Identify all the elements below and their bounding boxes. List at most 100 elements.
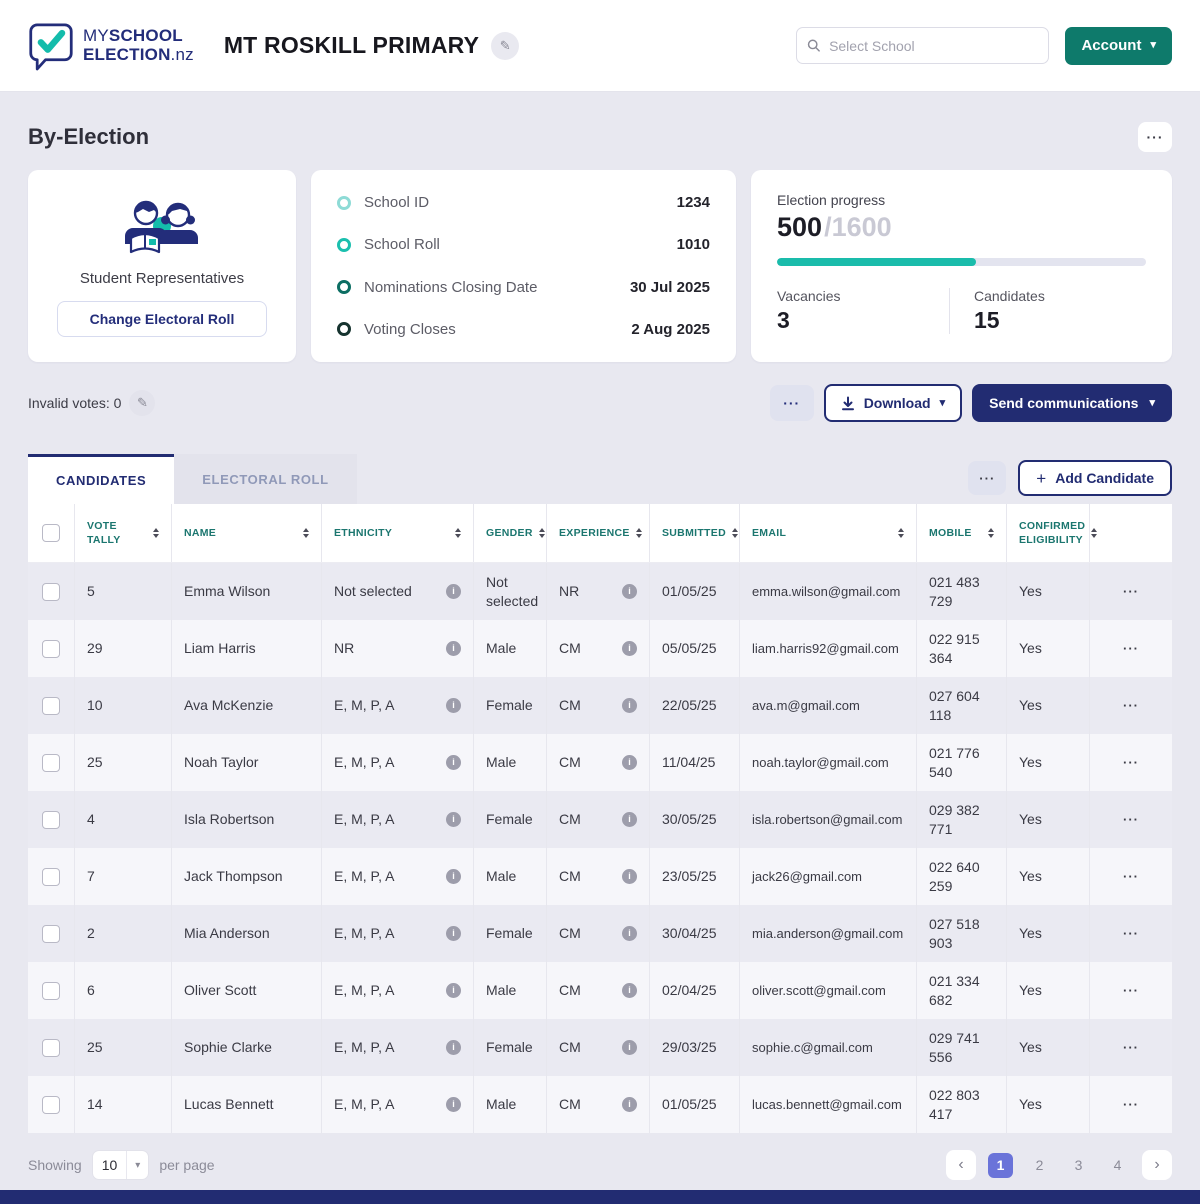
column-header-confirmed-eligibility[interactable]: CONFIRMED ELIGIBILITY xyxy=(1007,504,1090,562)
info-icon[interactable]: i xyxy=(622,983,637,998)
ethnicity-value: E, M, P, A xyxy=(334,1095,394,1114)
vote-tally-cell: 6 xyxy=(75,962,172,1019)
sort-icon[interactable] xyxy=(636,528,642,539)
row-actions-button[interactable]: ··· xyxy=(1123,868,1139,886)
table-row: 5Emma WilsonNot selectediNot selectedNRi… xyxy=(28,563,1172,620)
info-icon[interactable]: i xyxy=(622,812,637,827)
next-page-button[interactable]: › xyxy=(1142,1150,1172,1180)
logo-speech-bubble-check-icon xyxy=(28,21,74,71)
app-logo[interactable]: MYSCHOOL ELECTION.nz xyxy=(28,21,194,71)
row-select-cell xyxy=(28,677,75,734)
sort-icon[interactable] xyxy=(988,528,994,539)
row-actions-button[interactable]: ··· xyxy=(1123,1039,1139,1057)
table-header-row: VOTE TALLYNAMEETHNICITYGENDEREXPERIENCES… xyxy=(28,504,1172,563)
row-actions-button[interactable]: ··· xyxy=(1123,640,1139,658)
ethnicity-value: E, M, P, A xyxy=(334,981,394,1000)
row-actions-button[interactable]: ··· xyxy=(1123,697,1139,715)
row-actions-button[interactable]: ··· xyxy=(1123,811,1139,829)
info-icon[interactable]: i xyxy=(446,926,461,941)
info-icon[interactable]: i xyxy=(446,983,461,998)
account-label: Account xyxy=(1081,37,1141,54)
name-cell: Mia Anderson xyxy=(172,905,322,962)
send-communications-button[interactable]: Send communications ▾ xyxy=(972,384,1172,422)
column-header-mobile[interactable]: MOBILE xyxy=(917,504,1007,562)
download-button[interactable]: Download ▾ xyxy=(824,384,962,422)
column-header-vote-tally[interactable]: VOTE TALLY xyxy=(75,504,172,562)
info-icon[interactable]: i xyxy=(622,584,637,599)
info-icon[interactable]: i xyxy=(622,641,637,656)
sort-icon[interactable] xyxy=(539,528,545,539)
more-actions-button[interactable]: ··· xyxy=(770,385,814,421)
sort-icon[interactable] xyxy=(303,528,309,539)
info-icon[interactable]: i xyxy=(622,1097,637,1112)
school-search[interactable] xyxy=(796,27,1049,64)
select-all-checkbox[interactable] xyxy=(42,524,60,542)
column-header-name[interactable]: NAME xyxy=(172,504,322,562)
info-icon[interactable]: i xyxy=(446,869,461,884)
tab-electoral-roll[interactable]: ELECTORAL ROLL xyxy=(174,454,356,504)
column-header-experience[interactable]: EXPERIENCE xyxy=(547,504,650,562)
row-checkbox[interactable] xyxy=(42,811,60,829)
row-checkbox[interactable] xyxy=(42,925,60,943)
table-more-actions-button[interactable]: ··· xyxy=(968,461,1006,495)
row-checkbox[interactable] xyxy=(42,583,60,601)
row-actions-button[interactable]: ··· xyxy=(1123,583,1139,601)
page-3[interactable]: 3 xyxy=(1066,1153,1091,1178)
row-checkbox[interactable] xyxy=(42,1039,60,1057)
previous-page-button[interactable]: ‹ xyxy=(946,1150,976,1180)
sort-icon[interactable] xyxy=(153,528,159,539)
info-icon[interactable]: i xyxy=(622,1040,637,1055)
gender-cell: Female xyxy=(474,1019,547,1076)
info-icon[interactable]: i xyxy=(622,755,637,770)
column-header-ethnicity[interactable]: ETHNICITY xyxy=(322,504,474,562)
sort-icon[interactable] xyxy=(455,528,461,539)
row-checkbox[interactable] xyxy=(42,697,60,715)
info-icon[interactable]: i xyxy=(446,584,461,599)
info-icon[interactable]: i xyxy=(446,755,461,770)
column-header-email[interactable]: EMAIL xyxy=(740,504,917,562)
info-icon[interactable]: i xyxy=(622,926,637,941)
account-button[interactable]: Account ▾ xyxy=(1065,27,1172,65)
row-checkbox[interactable] xyxy=(42,982,60,1000)
page-4[interactable]: 4 xyxy=(1105,1153,1130,1178)
page-1[interactable]: 1 xyxy=(988,1153,1013,1178)
info-icon[interactable]: i xyxy=(622,698,637,713)
logo-school: SCHOOL xyxy=(109,26,183,45)
tab-candidates[interactable]: CANDIDATES xyxy=(28,454,174,504)
column-header-gender[interactable]: GENDER xyxy=(474,504,547,562)
experience-value: CM xyxy=(559,924,581,943)
experience-cell: CMi xyxy=(547,620,650,677)
sort-icon[interactable] xyxy=(732,528,738,539)
info-icon[interactable]: i xyxy=(446,641,461,656)
row-checkbox[interactable] xyxy=(42,1096,60,1114)
column-header-submitted[interactable]: SUBMITTED xyxy=(650,504,740,562)
gender-cell: Female xyxy=(474,677,547,734)
gender-cell: Male xyxy=(474,620,547,677)
edit-school-name-button[interactable]: ✎ xyxy=(491,32,519,60)
info-icon[interactable]: i xyxy=(446,1040,461,1055)
search-input[interactable] xyxy=(829,38,1038,54)
page-size-select[interactable]: 10 ▾ xyxy=(92,1150,150,1180)
change-electoral-roll-button[interactable]: Change Electoral Roll xyxy=(57,301,268,337)
info-icon[interactable]: i xyxy=(446,1097,461,1112)
row-actions-button[interactable]: ··· xyxy=(1123,754,1139,772)
progress-bar-track xyxy=(777,258,1146,266)
edit-invalid-votes-button[interactable]: ✎ xyxy=(129,390,155,416)
row-actions-button[interactable]: ··· xyxy=(1123,925,1139,943)
add-candidate-button[interactable]: + Add Candidate xyxy=(1018,460,1172,496)
page-2[interactable]: 2 xyxy=(1027,1153,1052,1178)
experience-cell: CMi xyxy=(547,734,650,791)
row-actions-button[interactable]: ··· xyxy=(1123,982,1139,1000)
row-checkbox[interactable] xyxy=(42,868,60,886)
gender-cell: Not selected xyxy=(474,563,547,620)
row-actions-button[interactable]: ··· xyxy=(1123,1096,1139,1114)
per-page-label: per page xyxy=(159,1157,214,1173)
page-more-actions-button[interactable]: ··· xyxy=(1138,122,1172,152)
info-icon[interactable]: i xyxy=(446,698,461,713)
info-icon[interactable]: i xyxy=(622,869,637,884)
info-icon[interactable]: i xyxy=(446,812,461,827)
sort-up-arrow xyxy=(988,528,994,532)
row-checkbox[interactable] xyxy=(42,640,60,658)
sort-icon[interactable] xyxy=(898,528,904,539)
row-checkbox[interactable] xyxy=(42,754,60,772)
